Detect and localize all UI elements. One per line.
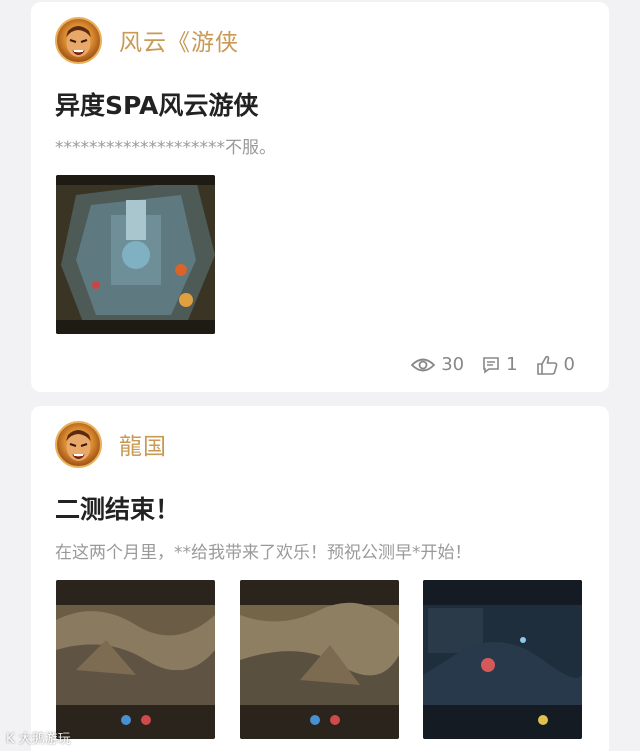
avatar[interactable] (55, 420, 102, 468)
comment-count[interactable]: 1 (482, 354, 518, 375)
post-card[interactable]: 风云《游侠 异度SPA风云游侠 ********************不服。 (31, 2, 609, 392)
view-count-value: 30 (441, 354, 465, 375)
post-feed: 风云《游侠 异度SPA风云游侠 ********************不服。 (0, 0, 640, 751)
author-name[interactable]: 风云《游侠 (119, 23, 239, 57)
thumbs-up-icon (536, 355, 557, 375)
like-count-value: 0 (563, 354, 575, 375)
author-row[interactable]: 龍国 (55, 420, 167, 468)
post-image[interactable] (240, 580, 399, 739)
avatar[interactable] (55, 16, 102, 64)
post-title[interactable]: 二测结束！ (55, 490, 180, 526)
author-row[interactable]: 风云《游侠 (55, 16, 239, 64)
post-stats: 30 1 0 (393, 354, 575, 375)
post-image[interactable] (56, 580, 215, 739)
post-card[interactable]: 龍国 二测结束！ 在这两个月里，**给我带来了欢乐！预祝公测早*开始！ (31, 406, 609, 751)
post-excerpt[interactable]: 在这两个月里，**给我带来了欢乐！预祝公测早*开始！ (55, 538, 472, 563)
post-image[interactable] (56, 175, 215, 334)
post-title[interactable]: 异度SPA风云游侠 (55, 86, 258, 122)
watermark: K 大鹅游玩 (6, 732, 71, 747)
post-image[interactable] (423, 580, 582, 739)
like-count[interactable]: 0 (536, 354, 575, 375)
comment-icon (483, 356, 499, 374)
eye-icon (411, 358, 436, 371)
comment-count-value: 1 (506, 354, 518, 375)
post-excerpt[interactable]: ********************不服。 (55, 133, 276, 158)
view-count: 30 (411, 354, 464, 375)
author-name[interactable]: 龍国 (119, 427, 167, 461)
